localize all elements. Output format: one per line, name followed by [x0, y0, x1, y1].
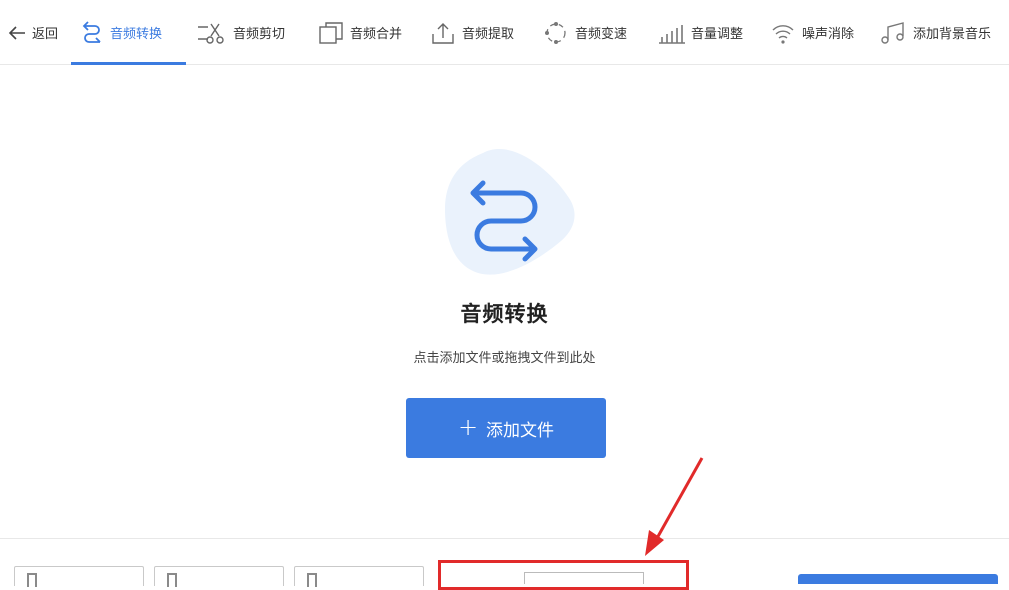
top-toolbar: 返回 音频转换 音频剪切 音频合并 音频提取 音频变速 音量调整 噪声消除 添加…: [0, 0, 1009, 65]
back-button[interactable]: 返回: [8, 0, 58, 65]
back-label: 返回: [32, 27, 59, 42]
tab-label: 音频转换: [110, 27, 163, 42]
tab-label: 噪声消除: [802, 27, 855, 42]
start-button[interactable]: [798, 574, 998, 584]
page-title: 音频转换: [460, 302, 549, 326]
drop-hint: 点击添加文件或拖拽文件到此处: [413, 351, 596, 366]
tab-audio-speed[interactable]: 音频变速: [543, 0, 627, 65]
tab-label: 音频合并: [350, 27, 403, 42]
tab-audio-convert[interactable]: 音频转换: [80, 0, 162, 65]
upload-tray-icon: [432, 22, 454, 44]
tab-noise-removal[interactable]: 噪声消除: [770, 0, 854, 65]
audio-convert-hero-icon: [445, 149, 575, 275]
tab-audio-extract[interactable]: 音频提取: [430, 0, 514, 65]
tab-add-bgm[interactable]: 添加背景音乐: [879, 0, 991, 65]
file-icon: [307, 573, 317, 587]
speed-dots-icon: [545, 21, 566, 44]
volume-bars-icon: [659, 24, 685, 44]
bottom-button-1[interactable]: [14, 566, 144, 587]
tab-label: 音频提取: [462, 27, 515, 42]
merge-squares-icon: [319, 21, 343, 44]
scissors-icon: [198, 23, 224, 44]
wifi-noise-icon: [772, 24, 794, 44]
active-tab-indicator: [71, 62, 186, 65]
add-file-label: 添加文件: [486, 420, 555, 441]
red-arrow-annotation: [645, 457, 704, 556]
plus-icon: +: [457, 413, 479, 441]
music-note-icon: [881, 21, 904, 44]
bottom-button-3[interactable]: [294, 566, 424, 587]
bottom-button-2[interactable]: [154, 566, 284, 587]
arrow-left-icon: [8, 25, 25, 40]
tab-audio-cut[interactable]: 音频剪切: [197, 0, 285, 65]
file-icon: [167, 573, 177, 587]
tab-label: 添加背景音乐: [913, 27, 992, 42]
bottom-divider: [0, 538, 1009, 539]
tab-label: 音量调整: [691, 27, 744, 42]
convert-arrows-icon: [82, 20, 101, 43]
tab-label: 音频变速: [575, 27, 628, 42]
tab-audio-merge[interactable]: 音频合并: [318, 0, 402, 65]
add-file-button[interactable]: + 添加文件: [406, 398, 606, 458]
red-highlight-box: [438, 560, 689, 590]
tab-volume-adjust[interactable]: 音量调整: [657, 0, 743, 65]
file-icon: [27, 573, 37, 587]
tab-label: 音频剪切: [233, 27, 286, 42]
